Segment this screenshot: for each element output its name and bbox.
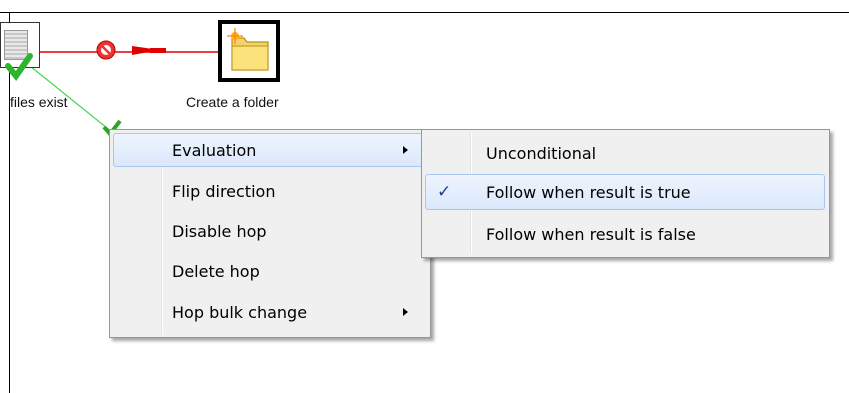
- submenu-item-follow-false[interactable]: Follow when result is false: [425, 216, 825, 252]
- menu-item-delete-hop[interactable]: Delete hop: [113, 254, 427, 288]
- no-entry-icon[interactable]: [96, 40, 116, 60]
- menu-item-evaluation[interactable]: Evaluation: [113, 133, 427, 167]
- menu-item-disable-hop[interactable]: Disable hop: [113, 214, 427, 248]
- menu-item-flip-direction[interactable]: Flip direction: [113, 174, 427, 208]
- menu-item-label: Delete hop: [172, 262, 260, 281]
- hop-arrow-red-icon: [132, 46, 166, 55]
- job-entry-create-folder[interactable]: [218, 20, 280, 82]
- evaluation-submenu: Unconditional ✓ Follow when result is tr…: [421, 129, 830, 258]
- menu-item-hop-bulk-change[interactable]: Hop bulk change: [113, 295, 427, 329]
- entry-label-files-exist: files exist: [10, 94, 68, 110]
- submenu-item-label: Unconditional: [486, 144, 597, 163]
- menu-item-label: Evaluation: [172, 141, 257, 160]
- submenu-item-label: Follow when result is false: [486, 225, 696, 244]
- menu-item-label: Disable hop: [172, 222, 267, 241]
- checkmark-icon: ✓: [437, 182, 452, 202]
- entry-label-create-folder: Create a folder: [186, 94, 279, 110]
- submenu-item-follow-true[interactable]: ✓ Follow when result is true: [425, 174, 825, 210]
- folder-new-icon: [227, 28, 269, 71]
- menu-item-label: Hop bulk change: [172, 303, 308, 322]
- submenu-arrow-icon: [403, 146, 408, 154]
- menu-item-label: Flip direction: [172, 182, 276, 201]
- job-canvas[interactable]: files exist Create a folder Evaluation F…: [0, 0, 849, 393]
- submenu-item-unconditional[interactable]: Unconditional: [425, 135, 825, 171]
- submenu-arrow-icon: [403, 308, 408, 316]
- job-entry-files-exist[interactable]: [0, 22, 40, 82]
- success-check-icon: [5, 53, 33, 82]
- hop-context-menu: Evaluation Flip direction Disable hop De…: [109, 129, 431, 338]
- submenu-item-label: Follow when result is true: [486, 183, 691, 202]
